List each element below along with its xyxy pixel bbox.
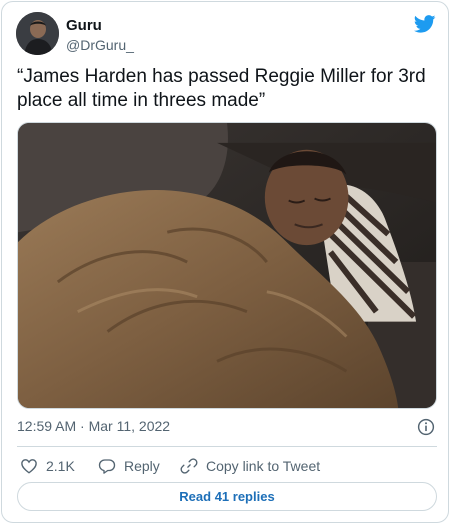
like-button[interactable]: 2.1K xyxy=(20,456,75,476)
reply-label: Reply xyxy=(124,458,160,474)
read-replies-button[interactable]: Read 41 replies xyxy=(17,482,437,511)
reply-button[interactable]: Reply xyxy=(98,456,160,476)
photo-man-sleeping-under-blanket xyxy=(18,123,436,408)
tweet-timestamp[interactable]: 12:59 AM · Mar 11, 2022 xyxy=(17,418,170,434)
author-name[interactable]: Guru xyxy=(66,17,102,34)
copy-link-label: Copy link to Tweet xyxy=(206,458,321,474)
reply-bubble-icon xyxy=(98,459,116,474)
info-icon[interactable] xyxy=(417,418,435,436)
tweet-media[interactable] xyxy=(17,122,437,409)
copy-link-button[interactable]: Copy link to Tweet xyxy=(180,456,320,476)
avatar-photo xyxy=(16,12,59,55)
tweet-text: “James Harden has passed Reggie Miller f… xyxy=(17,66,426,111)
twitter-bird-icon[interactable] xyxy=(414,15,436,33)
like-count: 2.1K xyxy=(46,458,75,474)
avatar[interactable] xyxy=(16,12,59,55)
link-icon xyxy=(180,458,198,474)
author-handle[interactable]: @DrGuru_ xyxy=(66,37,134,53)
divider xyxy=(17,446,437,447)
tweet-card: Guru @DrGuru_ “James Harden has passed R… xyxy=(1,1,449,523)
heart-icon xyxy=(21,459,37,474)
